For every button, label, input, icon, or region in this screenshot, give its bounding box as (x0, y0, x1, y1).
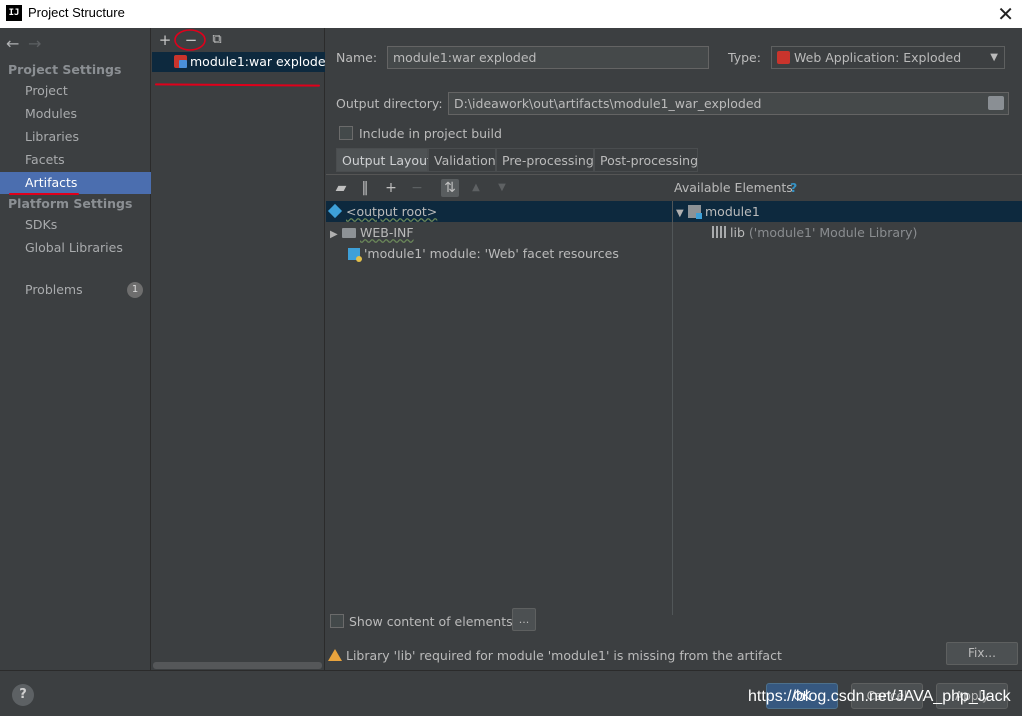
web-app-icon (777, 51, 790, 64)
tab-post-processing[interactable]: Post-processing (594, 148, 698, 172)
artifacts-toolbar: + − ⧉ (152, 28, 325, 52)
tree-item-output-root[interactable]: <output root> (327, 201, 438, 222)
sidebar-item-sdks[interactable]: SDKs (0, 214, 151, 236)
show-content-label: Show content of elements (349, 614, 513, 629)
output-layout-area: ▰ ‖ + − ⇅ ▲ ▼ Available Elements ? <outp… (326, 174, 1022, 615)
back-arrow-icon[interactable]: ← (6, 34, 28, 53)
output-directory-label: Output directory: (336, 96, 443, 111)
available-item-module1[interactable]: ▼ module1 (676, 201, 760, 222)
create-directory-icon[interactable]: ▰ (332, 179, 350, 197)
tree-item-web-inf[interactable]: ▶ WEB-INF (330, 222, 414, 243)
sidebar-item-label: Problems (25, 282, 83, 297)
artifact-item[interactable]: module1:war exploded (152, 52, 325, 72)
forward-arrow-icon[interactable]: → (28, 34, 50, 53)
create-archive-icon[interactable]: ‖ (356, 179, 374, 197)
folder-icon (342, 228, 356, 238)
type-select[interactable]: Web Application: Exploded ▼ (771, 46, 1005, 69)
module-icon (688, 205, 702, 219)
horizontal-scrollbar[interactable] (153, 662, 322, 669)
sidebar-item-facets[interactable]: Facets (0, 149, 151, 171)
problems-count-badge: 1 (127, 282, 143, 298)
fix-button[interactable]: Fix... (946, 642, 1018, 665)
available-elements-label: Available Elements (674, 180, 793, 195)
nav-arrows: ← → (6, 34, 50, 53)
title-bar: IJ Project Structure ✕ (0, 0, 1022, 28)
sidebar-item-global-libraries[interactable]: Global Libraries (0, 237, 151, 259)
red-annotation-circle (174, 29, 206, 51)
sort-elements-icon[interactable]: ⇅ (441, 179, 459, 197)
tab-output-layout[interactable]: Output Layout (336, 148, 432, 172)
artifacts-list-panel: + − ⧉ module1:war exploded (152, 28, 325, 670)
sidebar-item-problems[interactable]: Problems 1 (0, 279, 151, 301)
watermark-text: https://blog.csdn.net/JAVA_php_Jack (748, 688, 1011, 705)
help-icon[interactable]: ? (12, 684, 34, 706)
app-logo-icon: IJ (6, 5, 22, 21)
available-item-lib[interactable]: lib ('module1' Module Library) (712, 222, 917, 243)
move-down-icon[interactable]: ▼ (493, 179, 511, 197)
folder-icon[interactable] (988, 96, 1004, 110)
settings-sidebar: ← → Project Settings Project Modules Libr… (0, 28, 151, 670)
artifact-item-label: module1:war exploded (190, 54, 325, 69)
type-select-value: Web Application: Exploded (794, 50, 962, 65)
expand-arrow-icon[interactable]: ▶ (330, 224, 342, 245)
move-up-icon[interactable]: ▲ (467, 179, 485, 197)
sidebar-item-modules[interactable]: Modules (0, 103, 151, 125)
warning-icon (328, 649, 342, 661)
name-label: Name: (336, 50, 378, 65)
add-element-icon[interactable]: + (382, 179, 400, 197)
close-icon[interactable]: ✕ (997, 2, 1014, 26)
red-annotation-underline (154, 83, 321, 87)
collapse-arrow-icon[interactable]: ▼ (676, 203, 688, 224)
warning-message: Library 'lib' required for module 'modul… (346, 648, 782, 663)
output-directory-field[interactable]: D:\ideawork\out\artifacts\module1_war_ex… (448, 92, 1009, 115)
type-label: Type: (728, 50, 761, 65)
available-item-label: module1 (705, 204, 760, 219)
dialog-footer: ? OK Cancel Apply https://blog.csdn.net/… (0, 670, 1022, 716)
sidebar-item-libraries[interactable]: Libraries (0, 126, 151, 148)
remove-element-icon[interactable]: − (408, 179, 426, 197)
artifact-details-panel: Name: module1:war exploded Type: Web App… (326, 28, 1022, 670)
tab-pre-processing[interactable]: Pre-processing (496, 148, 594, 172)
tree-item-web-facet-resources[interactable]: 'module1' module: 'Web' facet resources (348, 243, 619, 264)
output-directory-value: D:\ideawork\out\artifacts\module1_war_ex… (454, 96, 762, 111)
include-in-build-checkbox[interactable] (339, 126, 353, 140)
show-content-checkbox[interactable] (330, 614, 344, 628)
tab-validation[interactable]: Validation (428, 148, 496, 172)
tree-item-label: <output root> (346, 204, 438, 219)
tree-divider[interactable] (672, 201, 673, 615)
tree-item-label: 'module1' module: 'Web' facet resources (364, 246, 619, 261)
library-hint: ('module1' Module Library) (748, 225, 918, 240)
name-field[interactable]: module1:war exploded (387, 46, 709, 69)
available-item-label: lib (730, 225, 745, 240)
project-settings-heading: Project Settings (8, 62, 122, 77)
output-root-icon (327, 203, 343, 219)
layout-bottom-bar: Show content of elements ... Library 'li… (326, 608, 1022, 670)
library-icon (712, 226, 726, 238)
tree-item-label: WEB-INF (360, 225, 414, 240)
copy-artifact-button[interactable]: ⧉ (207, 30, 227, 50)
sidebar-item-project[interactable]: Project (0, 80, 151, 102)
platform-settings-heading: Platform Settings (8, 196, 133, 211)
include-in-build-label: Include in project build (359, 126, 502, 141)
chevron-down-icon: ▼ (990, 52, 998, 63)
red-annotation-underline (9, 193, 79, 195)
help-question-icon[interactable]: ? (790, 180, 797, 195)
window-title: Project Structure (28, 5, 125, 20)
war-artifact-icon (174, 55, 187, 68)
sidebar-item-artifacts[interactable]: Artifacts (0, 172, 151, 194)
more-options-button[interactable]: ... (512, 608, 536, 631)
web-facet-icon (348, 248, 362, 262)
